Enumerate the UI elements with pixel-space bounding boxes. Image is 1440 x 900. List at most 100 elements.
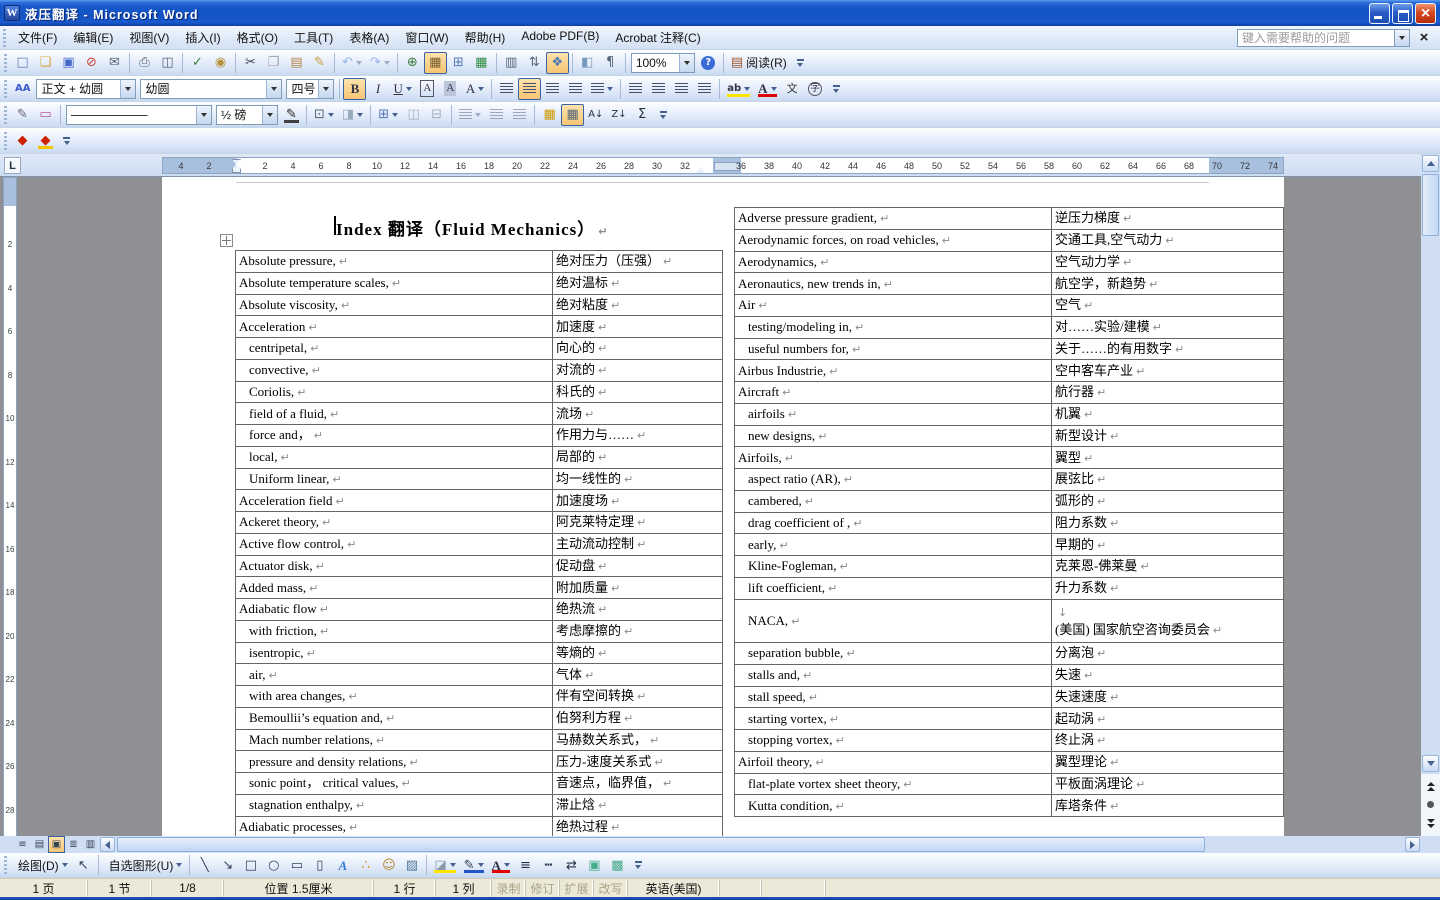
en-cell[interactable]: testing/modeling in, ↵	[734, 315, 1052, 339]
en-cell[interactable]: Adiabatic flow ↵	[235, 598, 553, 621]
en-cell[interactable]: new designs, ↵	[734, 424, 1052, 448]
style-combo[interactable]: 正文 + 幼圆	[36, 78, 137, 99]
en-cell[interactable]: field of a fluid, ↵	[235, 402, 553, 425]
document-heading[interactable]: Index 翻译（Fluid Mechanics） ↵	[336, 215, 608, 240]
menu-item-11[interactable]: Acrobat 注释(C)	[607, 26, 708, 49]
record-mode[interactable]: 录制	[492, 879, 526, 897]
en-cell[interactable]: stopping vortex, ↵	[734, 729, 1052, 752]
line-weight-dropdown-arrow-icon[interactable]	[262, 105, 277, 124]
en-cell[interactable]: Bemoullii’s equation and, ↵	[235, 706, 553, 730]
menu-item-5[interactable]: 格式(O)	[229, 26, 286, 49]
distribute-columns-button[interactable]	[508, 104, 531, 126]
zh-cell[interactable]: 早期的 ↵	[1051, 533, 1284, 556]
en-cell[interactable]: sonic point， critical values, ↵	[235, 772, 553, 795]
zh-cell[interactable]: 局部的 ↵	[552, 445, 723, 469]
status-blank[interactable]	[762, 879, 826, 897]
en-cell[interactable]: Kline-Fogleman, ↵	[734, 555, 1052, 578]
en-cell[interactable]: Acceleration ↵	[235, 315, 553, 338]
normal-view-button[interactable]: ≡	[14, 836, 31, 853]
enclosed-characters-button[interactable]: 字	[804, 78, 827, 100]
zoom-dropdown-arrow-icon[interactable]	[678, 53, 694, 72]
zh-cell[interactable]: 航空学，新趋势 ↵	[1051, 272, 1284, 295]
print-button[interactable]: ⎙	[133, 52, 156, 74]
en-cell[interactable]: Absolute temperature scales, ↵	[235, 271, 553, 295]
zoom-combo[interactable]: 100%	[630, 52, 695, 73]
decrease-indent-button[interactable]	[670, 78, 693, 100]
border-color-button[interactable]: ✎	[280, 104, 303, 126]
column-indicator[interactable]: 1 列	[436, 879, 492, 897]
zh-cell[interactable]: 弧形的 ↵	[1051, 489, 1284, 513]
en-cell[interactable]: with area changes, ↵	[235, 685, 553, 708]
en-cell[interactable]: Aerodynamics, ↵	[734, 250, 1052, 274]
zh-cell[interactable]: 绝对粘度 ↵	[552, 293, 723, 317]
split-cells-button[interactable]: ⊟	[425, 104, 448, 126]
en-cell[interactable]: Aeronautics, new trends in, ↵	[734, 272, 1052, 295]
print-layout-view-button[interactable]: ▣	[48, 836, 65, 853]
horizontal-scroll-thumb[interactable]	[117, 837, 1205, 852]
zh-cell[interactable]: 加速度 ↵	[552, 315, 723, 338]
en-cell[interactable]: Actuator disk, ↵	[235, 554, 553, 578]
menu-item-7[interactable]: 表格(A)	[341, 26, 397, 49]
zh-cell[interactable]: 交通工具,空气动力 ↵	[1051, 228, 1284, 252]
en-cell[interactable]: local, ↵	[235, 445, 553, 469]
en-cell[interactable]: Active flow control, ↵	[235, 532, 553, 556]
en-cell[interactable]: isentropic, ↵	[235, 641, 553, 665]
en-cell[interactable]: Coriolis, ↵	[235, 380, 553, 404]
en-cell[interactable]: Adiabatic processes, ↵	[235, 815, 553, 836]
sort-descending-button[interactable]: Z↓	[607, 104, 630, 126]
new-document-button[interactable]: □	[11, 52, 34, 74]
en-cell[interactable]: with friction, ↵	[235, 619, 553, 643]
zh-cell[interactable]: 伴有空间转换 ↵	[552, 685, 723, 708]
undo-button[interactable]: ↶	[338, 52, 366, 74]
document-map-button[interactable]: ◧	[576, 52, 599, 74]
line-style-dropdown-arrow-icon[interactable]	[196, 105, 211, 124]
zh-cell[interactable]: 对流的 ↵	[552, 358, 723, 382]
minimize-button[interactable]	[1369, 2, 1390, 24]
en-cell[interactable]: Adverse pressure gradient, ↵	[734, 207, 1052, 230]
zh-cell[interactable]: 流场 ↵	[552, 402, 723, 425]
toolbar-grip[interactable]	[4, 79, 7, 98]
spelling-and-grammar-button[interactable]: ✓	[186, 52, 209, 74]
en-cell[interactable]: Airbus Industrie, ↵	[734, 359, 1052, 382]
close-button[interactable]	[1415, 2, 1436, 24]
picture-button[interactable]: ▨	[400, 854, 423, 876]
en-cell[interactable]: pressure and density relations, ↵	[235, 750, 553, 773]
drawing-overflow-button[interactable]	[632, 855, 645, 875]
cut-button[interactable]: ✂	[239, 52, 262, 74]
bullets-button[interactable]	[647, 78, 670, 100]
menu-item-1[interactable]: 文件(F)	[10, 26, 65, 49]
fill-color-button[interactable]: ◪	[430, 854, 459, 876]
distribute-button[interactable]	[564, 78, 587, 100]
threed-style-button[interactable]: ▩	[606, 854, 629, 876]
en-cell[interactable]: Acceleration field ↵	[235, 489, 553, 512]
toolbar-grip[interactable]	[4, 856, 7, 874]
draw-table-button[interactable]: ✎	[11, 104, 34, 126]
zh-cell[interactable]: 加速度场 ↵	[552, 489, 723, 512]
zh-cell[interactable]: 克莱恩-佛莱曼 ↵	[1051, 555, 1284, 578]
menu-item-3[interactable]: 视图(V)	[121, 26, 177, 49]
select-browse-object-button[interactable]	[1423, 797, 1438, 813]
oval-button[interactable]: ○	[262, 854, 285, 876]
character-shading-button[interactable]: A	[439, 78, 462, 100]
zh-cell[interactable]: 翼型 ↵	[1051, 446, 1284, 469]
highlight-button[interactable]: ab	[723, 78, 754, 100]
en-cell[interactable]: Absolute viscosity, ↵	[235, 293, 553, 317]
zh-cell[interactable]: 气体 ↵	[552, 663, 723, 686]
restore-button[interactable]	[1392, 2, 1413, 24]
zh-cell[interactable]: 马赫数关系式， ↵	[552, 728, 723, 752]
zh-cell[interactable]: 空气 ↵	[1051, 294, 1284, 317]
line-color-button[interactable]: ✎	[460, 854, 488, 876]
scroll-up-button[interactable]	[1422, 155, 1439, 172]
zh-cell[interactable]: 绝对压力（压强） ↵	[552, 250, 723, 273]
bold-button[interactable]: B	[343, 77, 367, 100]
shading-color-button[interactable]: ◨	[338, 104, 367, 126]
diagram-button[interactable]: ∴	[354, 854, 377, 876]
en-cell[interactable]: Ackeret theory, ↵	[235, 511, 553, 534]
zh-cell[interactable]: 升力系数 ↵	[1051, 576, 1284, 600]
mail-recipient-button[interactable]: ✉	[103, 52, 126, 74]
zh-cell[interactable]: 平板面涡理论 ↵	[1051, 772, 1284, 796]
insert-hyperlink-button[interactable]: ⊕	[401, 52, 424, 74]
next-page-button[interactable]	[1423, 816, 1438, 832]
reading-layout-view-button[interactable]: ▥	[82, 836, 99, 853]
line-style-combo[interactable]: ─────────	[66, 104, 212, 125]
